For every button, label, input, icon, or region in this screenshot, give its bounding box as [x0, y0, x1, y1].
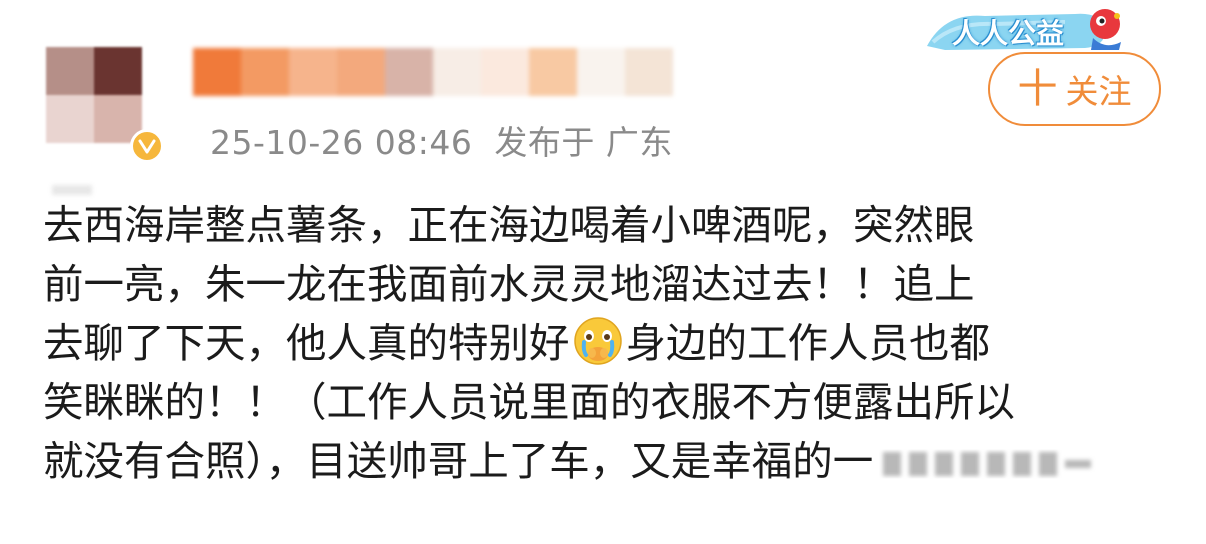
charity-label: 人人公益: [952, 17, 1065, 50]
follow-label: 关注: [1065, 72, 1132, 111]
follow-button[interactable]: 十 关注: [988, 52, 1161, 126]
avatar[interactable]: [46, 47, 142, 143]
post-line-segment: 就没有合照），目送帅哥上了车，又是幸福的一: [43, 437, 874, 485]
post-line: 去聊了下天，他人真的特别好 身边的工作人员也都: [43, 314, 1168, 373]
post-line: 笑眯眯的！！（工作人员说里面的衣服不方便露出所以: [43, 378, 1015, 426]
post-line: 去西海岸整点薯条，正在海边喝着小啤酒呢，突然眼: [43, 201, 975, 249]
post-line: 就没有合照），目送帅哥上了车，又是幸福的一: [43, 432, 1168, 491]
avatar-pixel: [46, 95, 94, 143]
post-meta: 25-10-26 08:46 发布于 广东: [210, 116, 673, 164]
divider: [52, 185, 92, 195]
post-line-segment: 身边的工作人员也都: [625, 319, 991, 367]
username[interactable]: [193, 48, 673, 96]
post-body: 去西海岸整点薯条，正在海边喝着小啤酒呢，突然眼 前一亮，朱一龙在我面前水灵灵地溜…: [43, 196, 1168, 491]
avatar-pixel: [46, 47, 94, 95]
post-line: 前一亮，朱一龙在我面前水灵灵地溜达过去！！追上: [43, 260, 975, 308]
plus-icon: 十: [1017, 66, 1058, 112]
verified-badge-icon: [130, 129, 164, 163]
avatar-pixel: [94, 47, 142, 95]
post-line-segment: 去聊了下天，他人真的特别好: [43, 319, 570, 367]
crying-emoji-icon: [573, 317, 622, 365]
blurred-text: [883, 452, 1092, 476]
post-time: 25-10-26 08:46: [210, 123, 473, 162]
post-location: 发布于 广东: [494, 123, 673, 162]
